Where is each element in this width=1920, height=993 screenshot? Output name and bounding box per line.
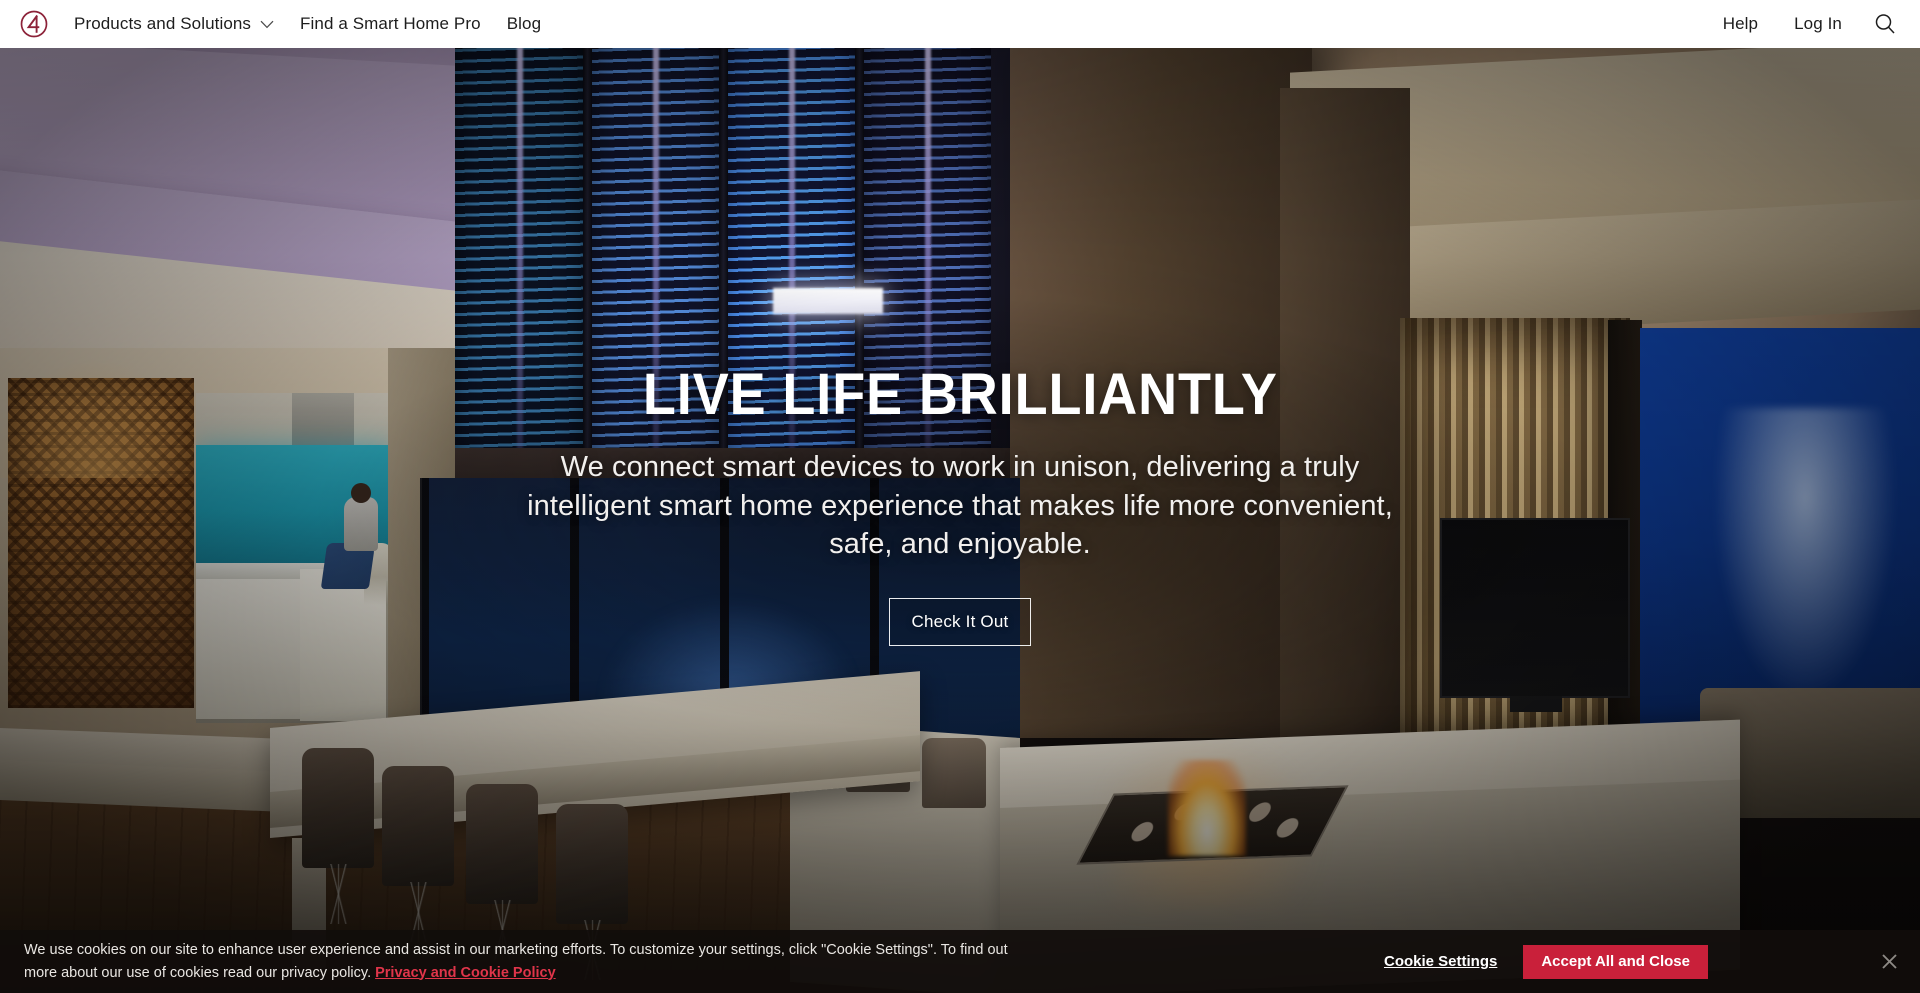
control4-logo-icon: [20, 10, 48, 38]
hero-subheadline: We connect smart devices to work in unis…: [527, 451, 1393, 561]
nav-item-products-and-solutions[interactable]: Products and Solutions: [74, 0, 287, 48]
cookie-banner-actions: Cookie Settings Accept All and Close: [1384, 930, 1920, 993]
top-navigation-bar: Products and Solutions Find a Smart Home…: [0, 0, 1920, 48]
nav-left-group: Products and Solutions Find a Smart Home…: [0, 0, 554, 48]
cookie-banner-text: We use cookies on our site to enhance us…: [24, 939, 1044, 984]
privacy-and-cookie-policy-link[interactable]: Privacy and Cookie Policy: [375, 965, 556, 981]
control4-logo[interactable]: [16, 6, 52, 42]
cookie-settings-button[interactable]: Cookie Settings: [1384, 953, 1497, 970]
nav-item-blog[interactable]: Blog: [494, 0, 554, 48]
nav-item-log-in[interactable]: Log In: [1776, 0, 1860, 48]
nav-item-blog-label: Blog: [506, 14, 542, 33]
nav-item-help[interactable]: Help: [1705, 0, 1776, 48]
accept-all-and-close-button[interactable]: Accept All and Close: [1523, 944, 1708, 979]
search-icon[interactable]: [1868, 7, 1902, 41]
nav-item-products-and-solutions-label: Products and Solutions: [74, 14, 252, 33]
hero-headline: LIVE LIFE BRILLIANTLY: [642, 362, 1278, 427]
close-icon[interactable]: [1858, 930, 1920, 993]
primary-nav-links: Products and Solutions Find a Smart Home…: [74, 0, 554, 48]
chevron-down-icon: [260, 0, 274, 48]
nav-item-find-a-smart-home-pro-label: Find a Smart Home Pro: [300, 14, 481, 33]
nav-item-help-label: Help: [1722, 14, 1759, 33]
nav-item-find-a-smart-home-pro[interactable]: Find a Smart Home Pro: [287, 0, 494, 48]
nav-right-group: Help Log In: [1705, 0, 1920, 48]
cookie-consent-banner: We use cookies on our site to enhance us…: [0, 930, 1920, 993]
nav-item-log-in-label: Log In: [1794, 14, 1842, 33]
check-it-out-button[interactable]: Check It Out: [888, 597, 1032, 646]
hero-copy: LIVE LIFE BRILLIANTLY We connect smart d…: [0, 48, 1920, 993]
hero-section: LIVE LIFE BRILLIANTLY We connect smart d…: [0, 48, 1920, 993]
